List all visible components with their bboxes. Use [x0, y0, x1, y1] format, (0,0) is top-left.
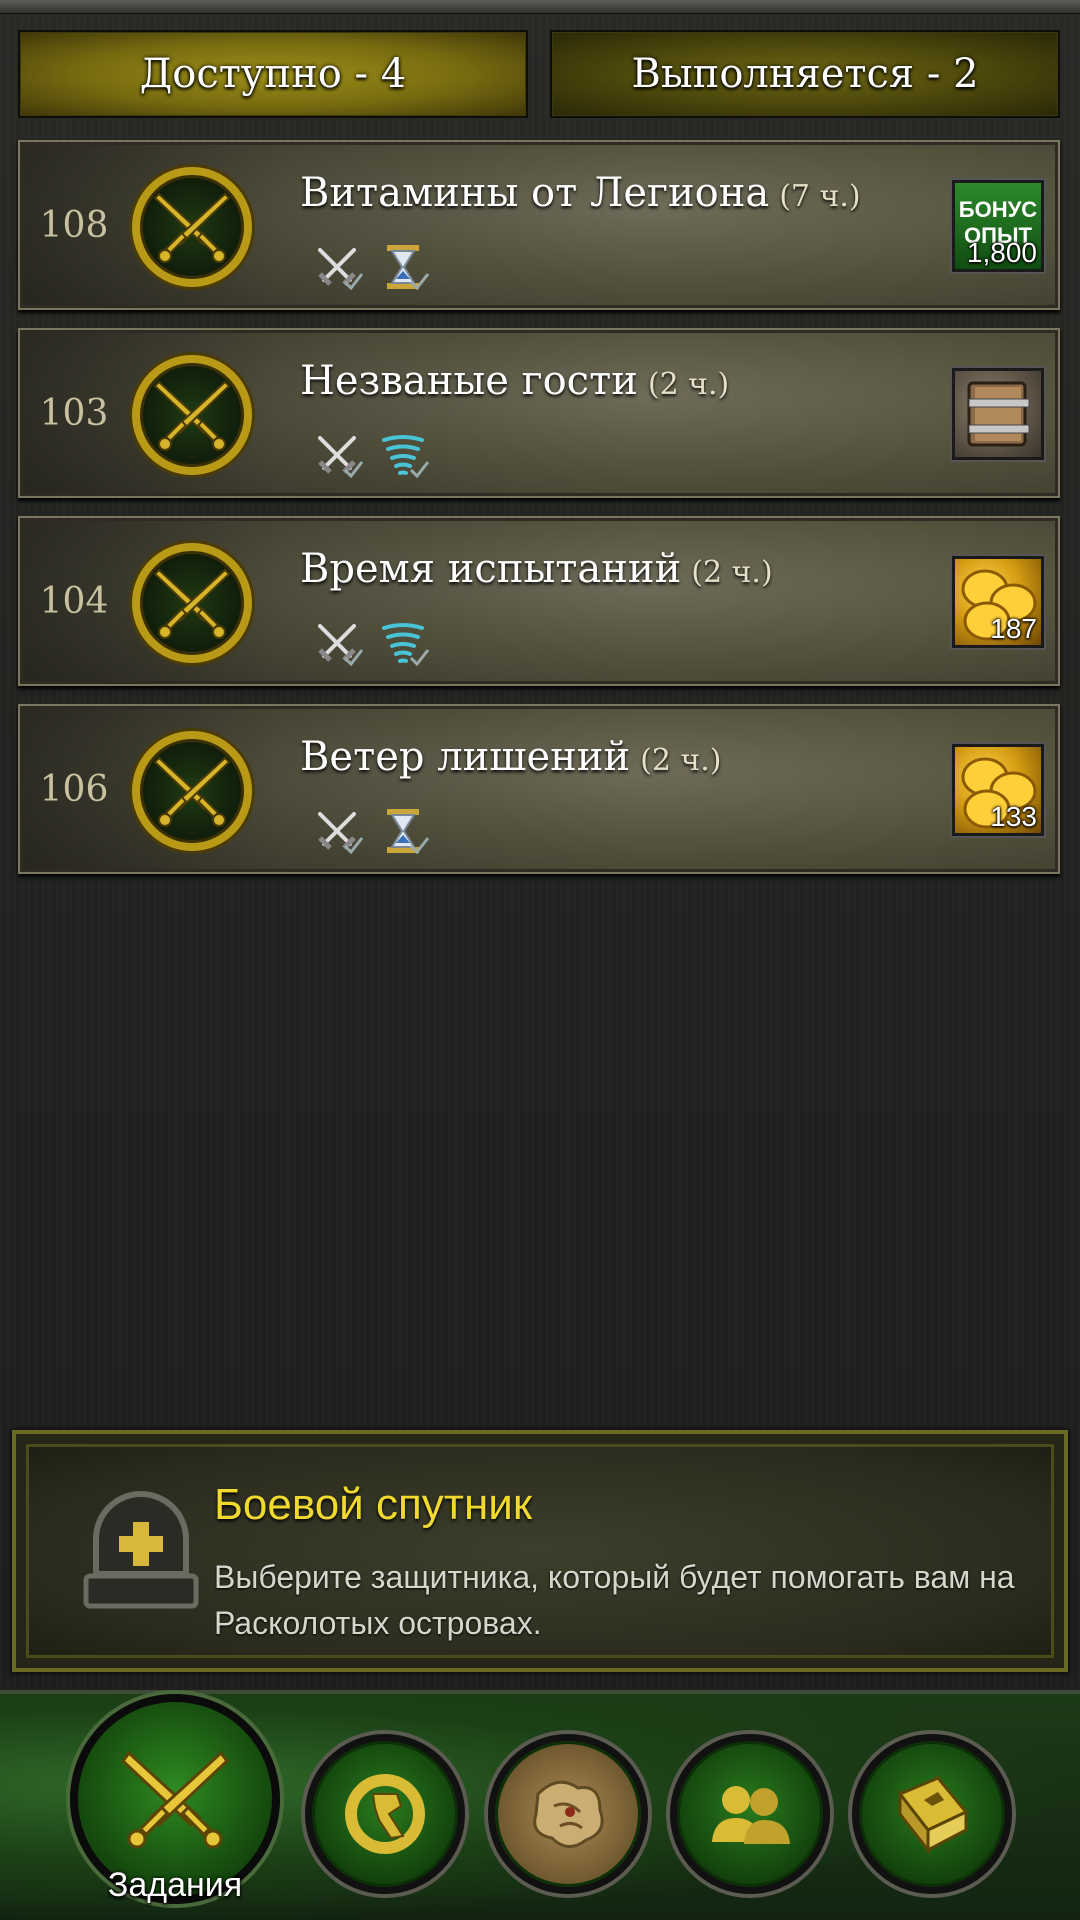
crossed-swords-icon: [312, 618, 364, 668]
mission-duration: (2 ч.): [691, 555, 773, 590]
combat-ally-description: Выберите защитника, который будет помога…: [214, 1559, 1015, 1641]
nav-troops-button[interactable]: [852, 1734, 1012, 1894]
reward-gold-icon[interactable]: 133: [952, 744, 1044, 836]
combat-ally-panel[interactable]: Боевой спутник Выберите защитника, котор…: [12, 1430, 1068, 1672]
whirlwind-icon: [378, 618, 430, 668]
mission-title: Витамины от Легиона (7 ч.): [300, 170, 861, 216]
mission-title: Время испытаний (2 ч.): [300, 546, 773, 592]
mission-row[interactable]: 103 Незваные гости (2 ч.): [18, 328, 1060, 498]
crossed-swords-icon: [132, 355, 252, 475]
check-icon: [409, 649, 430, 667]
combat-ally-title: Боевой спутник: [214, 1480, 533, 1529]
reward-amount: 187: [990, 613, 1037, 644]
map-icon: [533, 1780, 604, 1848]
mission-level: 103: [39, 392, 109, 434]
mission-name: Ветер лишений: [300, 734, 631, 780]
missions-icon: [120, 1750, 230, 1849]
top-frame: [0, 0, 1080, 14]
followers-icon: [712, 1786, 790, 1844]
check-icon: [409, 461, 430, 479]
mission-duration: (2 ч.): [640, 743, 722, 778]
reward-gold-icon[interactable]: 187: [952, 556, 1044, 648]
mission-row[interactable]: 106 Ветер лишений (2 ч.) 133: [18, 704, 1060, 874]
mission-name: Витамины от Легиона: [300, 170, 770, 216]
check-icon: [343, 649, 364, 667]
mission-mechanics: [312, 430, 430, 480]
tab-bar: Доступно - 4 Выполняется - 2: [18, 30, 1060, 120]
add-ally-slot[interactable]: [76, 1484, 206, 1614]
reward-amount: 1,800: [966, 237, 1037, 268]
mission-name: Незваные гости: [300, 358, 638, 404]
mission-mechanics: [312, 806, 430, 856]
check-icon: [343, 837, 364, 855]
crossed-swords-icon: [132, 543, 252, 663]
mission-mechanics: [312, 618, 430, 668]
mission-row[interactable]: 108 Витамины от Легиона (7 ч.) БОНУС ОПЫ…: [18, 140, 1060, 310]
reward-label-line1: БОНУС: [958, 197, 1038, 222]
mission-duration: (7 ч.): [779, 179, 861, 214]
reward-bonus-xp[interactable]: БОНУС ОПЫТ 1,800: [952, 180, 1044, 272]
check-icon: [343, 273, 364, 291]
mission-title: Незваные гости (2 ч.): [300, 358, 729, 404]
check-icon: [409, 837, 430, 855]
mission-level: 104: [39, 580, 109, 622]
mission-level: 108: [39, 204, 109, 246]
mission-list: 108 Витамины от Легиона (7 ч.) БОНУС ОПЫ…: [18, 140, 1060, 892]
nav-followers-button[interactable]: [670, 1734, 830, 1894]
bottom-nav: Задания: [0, 1690, 1080, 1920]
tab-in-progress[interactable]: Выполняется - 2: [550, 30, 1060, 118]
crossed-swords-icon: [312, 806, 364, 856]
check-icon: [409, 273, 430, 291]
hourglass-icon: [378, 806, 430, 856]
mission-name: Время испытаний: [300, 546, 682, 592]
crossed-swords-icon: [312, 242, 364, 292]
troops-book-icon: [897, 1776, 969, 1855]
tab-available[interactable]: Доступно - 4: [18, 30, 528, 118]
tab-available-label: Доступно - 4: [139, 51, 407, 97]
reward-book-icon[interactable]: [952, 368, 1044, 460]
crossed-swords-icon: [132, 167, 252, 287]
mission-level: 106: [39, 768, 109, 810]
class-hall-icon: [345, 1774, 425, 1854]
crossed-swords-icon: [312, 430, 364, 480]
reward-amount: 133: [990, 801, 1037, 832]
plus-icon: [83, 1491, 199, 1609]
tab-in-progress-label: Выполняется - 2: [631, 51, 979, 97]
nav-class-hall-button[interactable]: [305, 1734, 465, 1894]
check-icon: [343, 461, 364, 479]
mission-mechanics: [312, 242, 430, 292]
mission-row[interactable]: 104 Время испытаний (2 ч.) 187: [18, 516, 1060, 686]
crossed-swords-icon: [132, 731, 252, 851]
mission-title: Ветер лишений (2 ч.): [300, 734, 722, 780]
hourglass-icon: [378, 242, 430, 292]
whirlwind-icon: [378, 430, 430, 480]
mission-duration: (2 ч.): [647, 367, 730, 402]
nav-map-button[interactable]: [488, 1734, 648, 1894]
nav-missions-label: Задания: [107, 1866, 243, 1904]
